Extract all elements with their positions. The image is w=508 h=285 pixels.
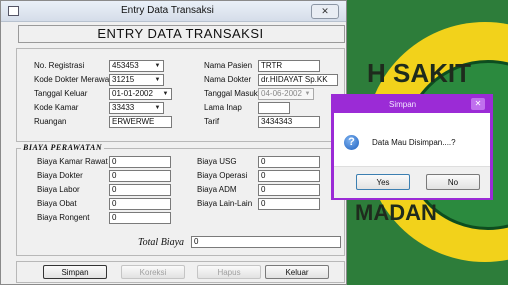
- biaya-labor-field[interactable]: 0: [109, 184, 171, 196]
- biaya-rongent-label: Biaya Rongent: [37, 213, 90, 222]
- simpan-button[interactable]: Simpan: [43, 265, 107, 279]
- nama-dokter-field[interactable]: dr.HIDAYAT Sp.KK: [258, 74, 338, 86]
- no-registrasi-label: No. Registrasi: [34, 61, 85, 70]
- biaya-lain-lain-field[interactable]: 0: [258, 198, 320, 210]
- kode-kamar-combo[interactable]: 33433 ▼: [109, 102, 164, 114]
- koreksi-button[interactable]: Koreksi: [121, 265, 185, 279]
- tanggal-masuk-label: Tanggal Masuk: [204, 89, 258, 98]
- no-button[interactable]: No: [426, 174, 480, 190]
- kode-dokter-value: 31215: [112, 75, 135, 84]
- chevron-down-icon[interactable]: ▼: [161, 90, 170, 98]
- close-button[interactable]: ✕: [311, 4, 339, 19]
- keluar-button[interactable]: Keluar: [265, 265, 329, 279]
- ruangan-field[interactable]: ERWERWE: [109, 116, 172, 128]
- lama-inap-field[interactable]: [258, 102, 290, 114]
- dialog-title-bar[interactable]: Simpan ✕: [334, 97, 490, 113]
- tanggal-keluar-picker[interactable]: 01-01-2002 ▼: [109, 88, 172, 100]
- page-title: ENTRY DATA TRANSAKSI: [97, 26, 264, 41]
- yes-button[interactable]: Yes: [356, 174, 410, 190]
- logo-text-bottom: MADAN: [355, 200, 437, 225]
- nama-dokter-label: Nama Dokter: [204, 75, 252, 84]
- biaya-usg-field[interactable]: 0: [258, 156, 320, 168]
- tanggal-keluar-label: Tanggal Keluar: [34, 89, 88, 98]
- ruangan-label: Ruangan: [34, 117, 67, 126]
- biaya-kamar-rawat-label: Biaya Kamar Rawat: [37, 157, 108, 166]
- chevron-down-icon[interactable]: ▼: [153, 104, 162, 112]
- confirm-dialog: Simpan ✕ ? Data Mau Disimpan....? Yes No: [331, 94, 493, 200]
- biaya-adm-field[interactable]: 0: [258, 184, 320, 196]
- biaya-obat-field[interactable]: 0: [109, 198, 171, 210]
- window-title: Entry Data Transaksi: [121, 5, 214, 16]
- biaya-adm-label: Biaya ADM: [197, 185, 237, 194]
- window-icon: [8, 6, 19, 16]
- biaya-kamar-rawat-field[interactable]: 0: [109, 156, 171, 168]
- biaya-operasi-label: Biaya Operasi: [197, 171, 248, 180]
- total-biaya-label: Total Biaya: [138, 237, 185, 248]
- title-bar[interactable]: Entry Data Transaksi ✕: [1, 1, 346, 22]
- biaya-rongent-field[interactable]: 0: [109, 212, 171, 224]
- biaya-obat-label: Biaya Obat: [37, 199, 77, 208]
- biaya-labor-label: Biaya Labor: [37, 185, 80, 194]
- biaya-group-title: BIAYA PERAWATAN: [21, 143, 105, 152]
- total-biaya-field[interactable]: 0: [191, 236, 341, 248]
- tarif-label: Tarif: [204, 117, 220, 126]
- logo-text-top: H SAKIT: [367, 58, 471, 88]
- nama-pasien-label: Nama Pasien: [204, 61, 253, 70]
- tanggal-keluar-value: 01-01-2002: [112, 89, 153, 98]
- nama-pasien-field[interactable]: TRTR: [258, 60, 320, 72]
- biaya-dokter-field[interactable]: 0: [109, 170, 171, 182]
- chevron-down-icon: ▼: [304, 91, 311, 97]
- kode-kamar-value: 33433: [112, 103, 135, 112]
- no-registrasi-combo[interactable]: 453453 ▼: [109, 60, 164, 72]
- biaya-usg-label: Biaya USG: [197, 157, 237, 166]
- tanggal-masuk-picker: 04-06-2002 ▼: [258, 88, 314, 100]
- hapus-button[interactable]: Hapus: [197, 265, 261, 279]
- entry-window: Entry Data Transaksi ✕ ENTRY DATA TRANSA…: [0, 0, 347, 285]
- kode-kamar-label: Kode Kamar: [34, 103, 79, 112]
- lama-inap-label: Lama Inap: [204, 103, 242, 112]
- biaya-dokter-label: Biaya Dokter: [37, 171, 83, 180]
- dialog-footer: Yes No: [334, 166, 490, 198]
- dialog-title: Simpan: [389, 100, 417, 109]
- dialog-message: Data Mau Disimpan....?: [372, 138, 456, 147]
- chevron-down-icon[interactable]: ▼: [153, 76, 162, 84]
- tarif-field[interactable]: 3434343: [258, 116, 320, 128]
- chevron-down-icon[interactable]: ▼: [153, 62, 162, 70]
- biaya-lain-lain-label: Biaya Lain-Lain: [197, 199, 253, 208]
- kode-dokter-label: Kode Dokter Merawat: [34, 75, 112, 84]
- question-icon: ?: [344, 135, 359, 150]
- dialog-close-button[interactable]: ✕: [471, 98, 485, 110]
- no-registrasi-value: 453453: [112, 61, 139, 70]
- tanggal-masuk-value: 04-06-2002: [261, 89, 302, 98]
- biaya-operasi-field[interactable]: 0: [258, 170, 320, 182]
- kode-dokter-combo[interactable]: 31215 ▼: [109, 74, 164, 86]
